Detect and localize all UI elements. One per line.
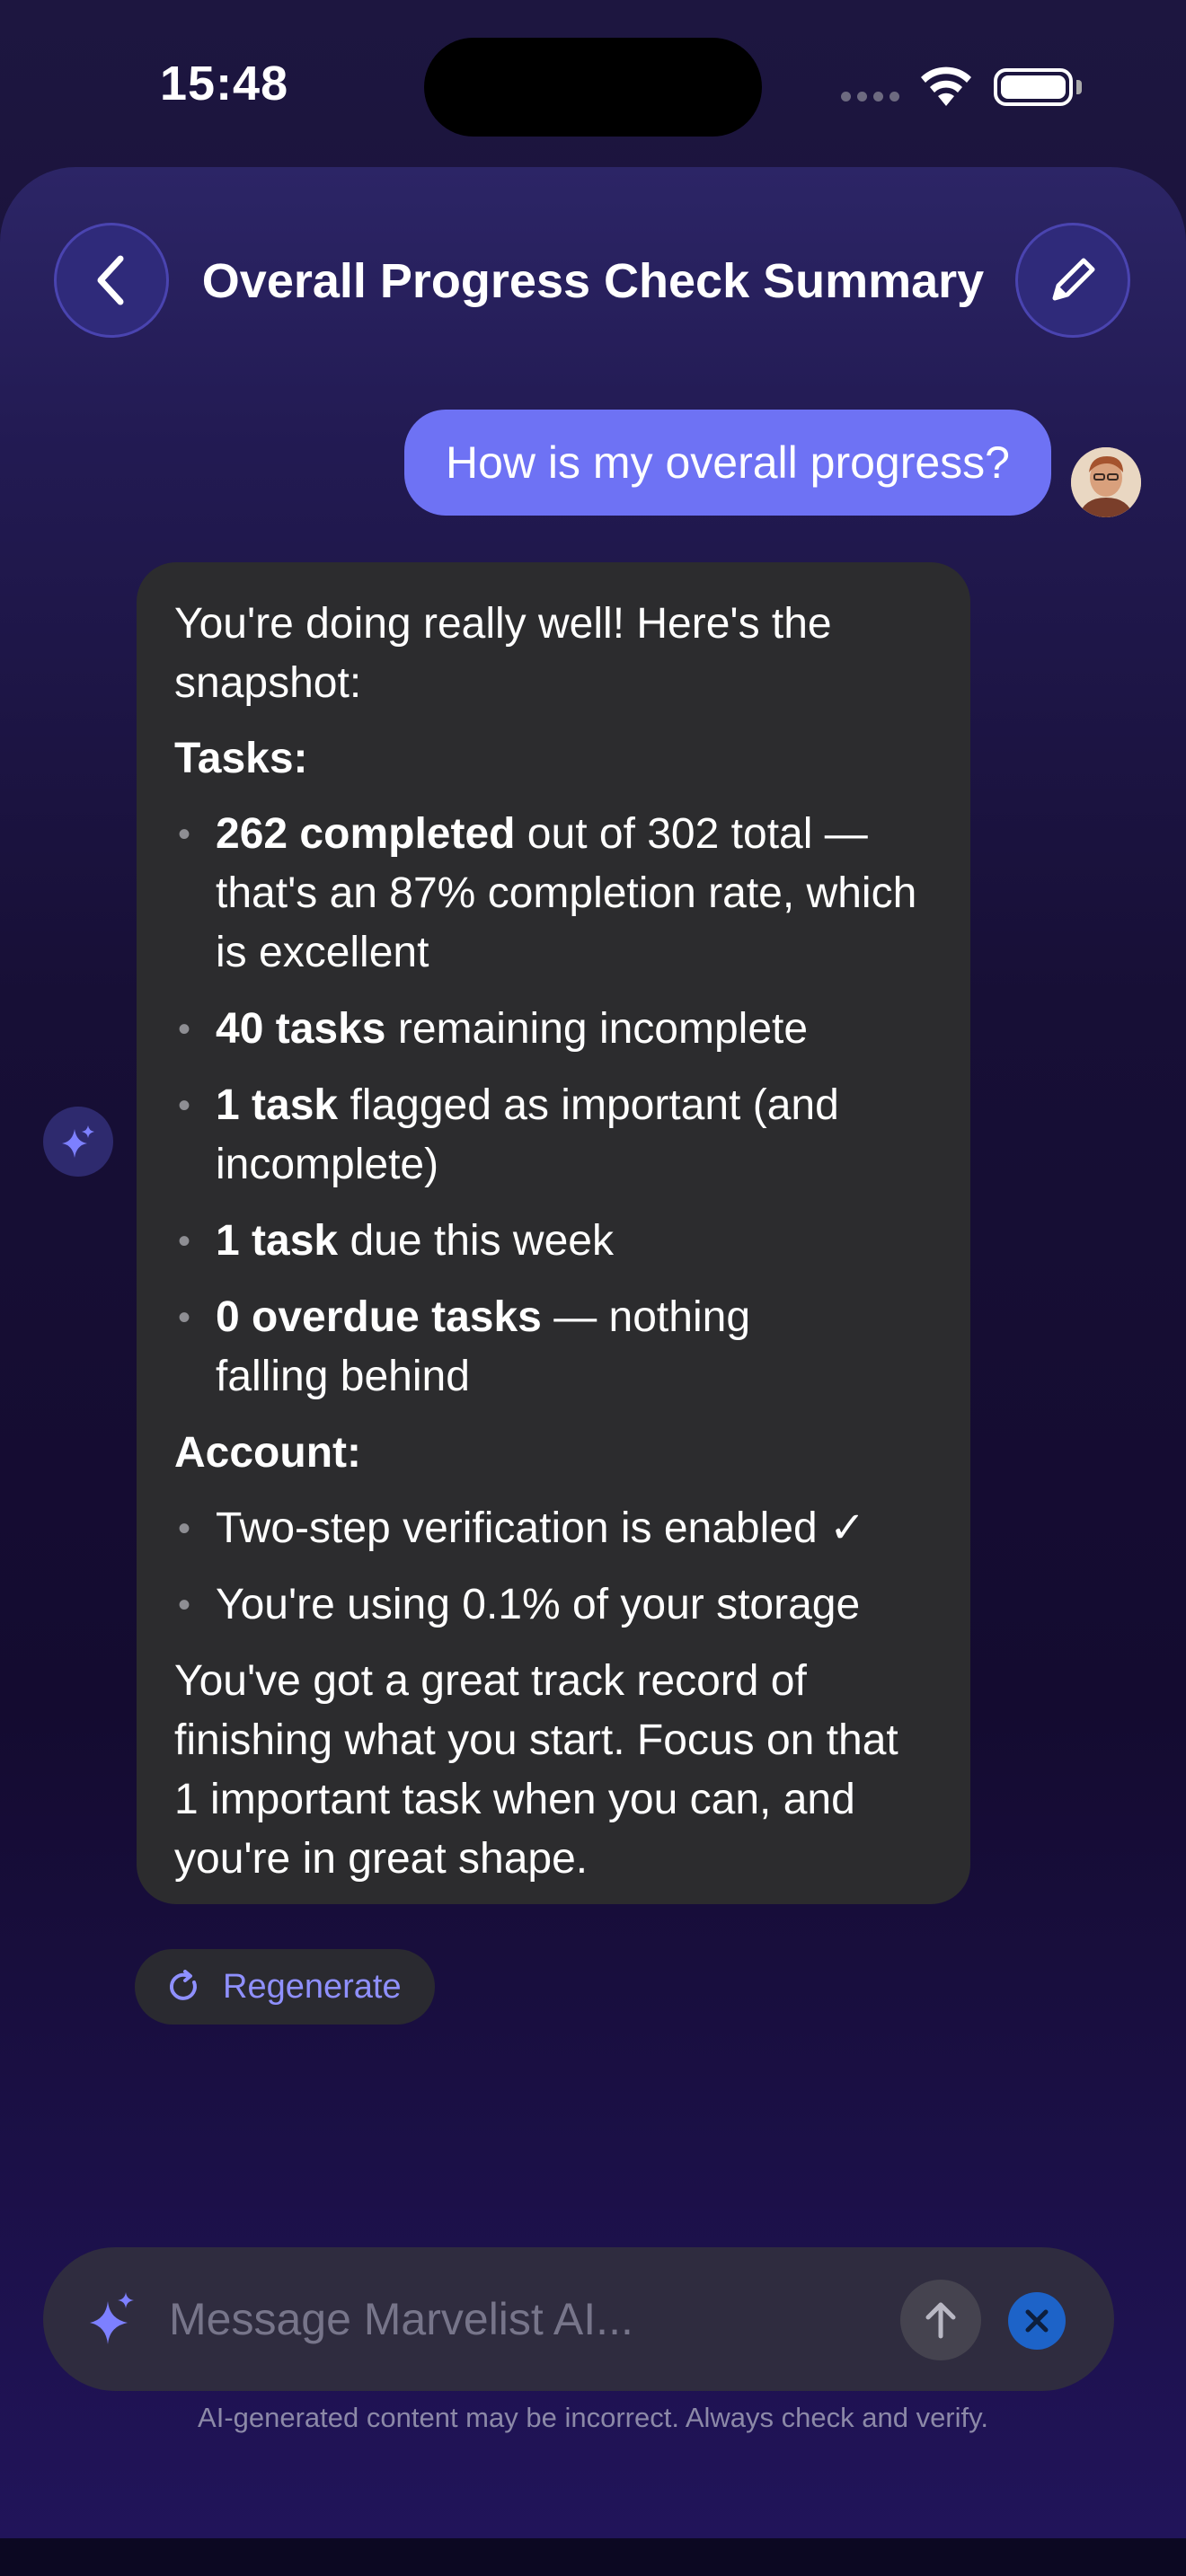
cellular-signal-icon [841, 90, 906, 106]
page-title: Overall Progress Check Summary [201, 254, 985, 308]
chat-sheet: Overall Progress Check Summary How is my… [0, 167, 1186, 2538]
account-heading: Account: [174, 1429, 361, 1477]
arrow-up-icon [925, 2302, 956, 2339]
assistant-message-bubble: You're doing really well! Here's the sna… [137, 562, 970, 1904]
bold-text: 40 tasks [216, 1005, 386, 1053]
message-composer [43, 2247, 1114, 2391]
assistant-closing: You've got a great track record of finis… [174, 1657, 898, 1883]
back-button[interactable] [54, 223, 169, 338]
status-time: 15:48 [160, 57, 289, 110]
item-text: due this week [338, 1217, 614, 1265]
status-bar: 15:48 [0, 0, 1186, 171]
sparkle-icon [90, 2292, 134, 2344]
regenerate-button[interactable]: Regenerate [135, 1949, 435, 2025]
user-message-bubble: How is my overall progress? [404, 410, 1051, 516]
chevron-left-icon [97, 255, 124, 305]
message-input[interactable] [167, 2289, 907, 2350]
regenerate-label: Regenerate [223, 1967, 402, 2006]
tasks-list: • 262 completed out of 302 total — that's… [174, 805, 931, 1407]
list-item: • 1 task due this week [178, 1217, 614, 1265]
wifi-icon [921, 66, 971, 106]
assistant-intro: You're doing really well! Here's the sna… [174, 600, 832, 707]
list-item: • Two-step verification is enabled ✓ [178, 1504, 866, 1552]
user-message-text: How is my overall progress? [446, 437, 1010, 488]
list-item: • You're using 0.1% of your storage [178, 1581, 861, 1628]
sparkle-icon [62, 1125, 94, 1158]
item-text: You're using 0.1% of your storage [216, 1581, 861, 1628]
battery-icon [994, 68, 1073, 106]
battery-nub [1076, 80, 1082, 94]
refresh-icon [169, 1970, 197, 2000]
item-text: remaining incomplete [385, 1005, 809, 1053]
close-icon [1025, 2309, 1049, 2333]
close-button[interactable] [1008, 2292, 1066, 2350]
edit-button[interactable] [1015, 223, 1130, 338]
bold-text: 1 task [216, 1217, 339, 1265]
dynamic-island [424, 38, 762, 137]
item-text: Two-step verification is enabled ✓ [216, 1504, 866, 1552]
list-item: • 262 completed out of 302 total — that's… [178, 810, 917, 976]
ai-disclaimer: AI-generated content may be incorrect. A… [198, 2402, 988, 2433]
list-item: • 0 overdue tasks — nothing falling behin… [178, 1293, 751, 1400]
bold-text: 0 overdue tasks [216, 1293, 542, 1341]
bold-text: 1 task [216, 1081, 339, 1129]
user-avatar[interactable] [1071, 447, 1141, 517]
ai-avatar [43, 1107, 113, 1177]
list-item: • 40 tasks remaining incomplete [178, 1005, 809, 1053]
list-item: • 1 task flagged as important (and incomp… [178, 1081, 839, 1188]
tasks-heading: Tasks: [174, 735, 308, 782]
bottom-edge [0, 2538, 1186, 2576]
account-list: • Two-step verification is enabled ✓ • You… [174, 1499, 931, 1635]
pencil-icon [1052, 258, 1095, 301]
send-button[interactable] [900, 2280, 981, 2360]
bold-text: 262 completed [216, 810, 516, 858]
avatar-image [1071, 447, 1141, 517]
